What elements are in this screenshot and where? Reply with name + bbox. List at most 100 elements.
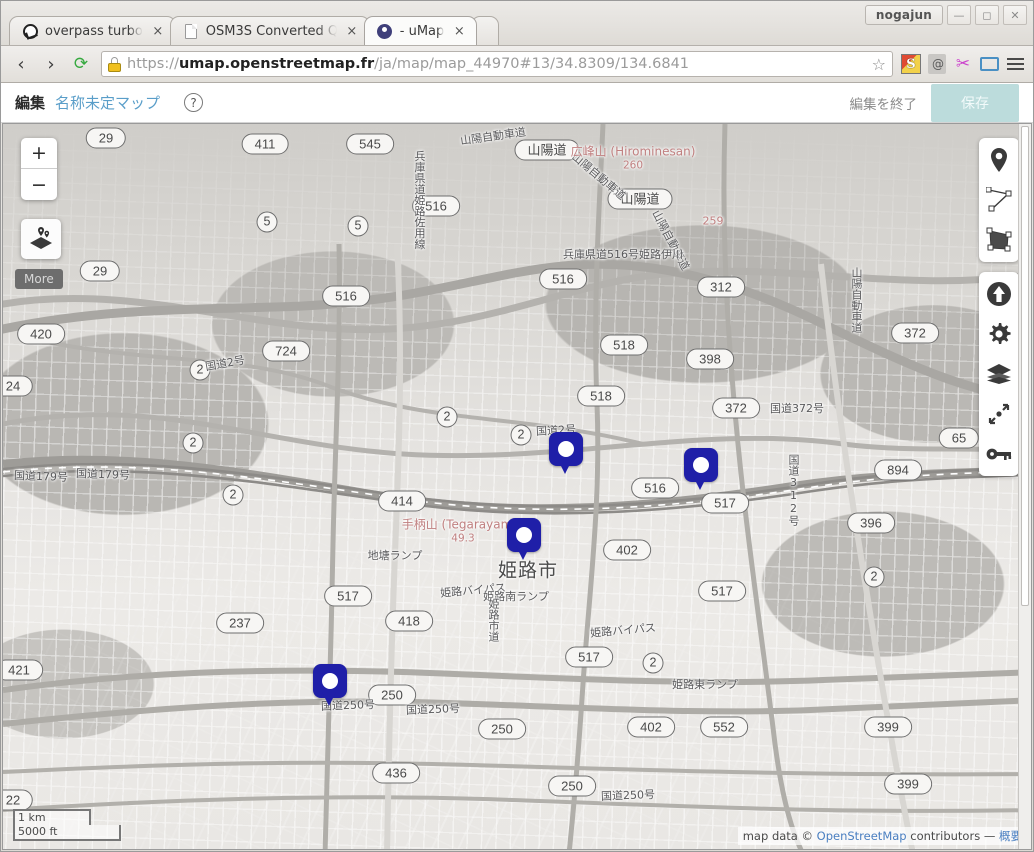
road-shield: 22 bbox=[3, 789, 34, 811]
road-shield: 517 bbox=[324, 585, 372, 607]
map-name-link[interactable]: 名称未定マップ bbox=[55, 92, 160, 113]
zoom-in-button[interactable]: + bbox=[21, 138, 57, 169]
scrollbar-thumb[interactable] bbox=[1021, 126, 1029, 606]
page-scrollbar[interactable] bbox=[1018, 124, 1031, 849]
url-text: https://umap.openstreetmap.fr/ja/map/map… bbox=[127, 56, 690, 72]
browser-window: overpass turbo × OSM3S Converted Query ×… bbox=[0, 0, 1034, 852]
road-shield: 2 bbox=[510, 424, 532, 446]
draw-marker-icon[interactable] bbox=[985, 146, 1013, 174]
map-canvas[interactable]: 29 411 545 516 5 5 29 516 516 312 420 724 2 518 398 372… bbox=[3, 124, 1031, 849]
tab-label: OSM3S Converted Query bbox=[205, 23, 337, 39]
close-icon[interactable]: × bbox=[151, 24, 165, 39]
screenshot-extension-icon[interactable] bbox=[977, 52, 1001, 76]
polyline-glyph bbox=[986, 187, 1012, 212]
layers-glyph bbox=[987, 364, 1011, 384]
draw-toolbar[interactable] bbox=[979, 138, 1019, 262]
road-name-label: 地塘ランプ bbox=[367, 549, 423, 562]
road-shield: 402 bbox=[603, 539, 651, 561]
attribution-suffix: contributors — bbox=[906, 829, 999, 843]
forward-button[interactable]: › bbox=[37, 50, 65, 78]
road-shield: 399 bbox=[864, 716, 912, 738]
road-shield: 399 bbox=[884, 773, 932, 795]
attribution-prefix: map data © bbox=[742, 829, 817, 843]
road-name-label: 国道179号 bbox=[75, 467, 131, 482]
peak-name: 手柄山 (Tegarayama) bbox=[401, 517, 525, 532]
road-shield: 2 bbox=[222, 484, 244, 506]
road-shield: 237 bbox=[216, 612, 264, 634]
map-marker[interactable] bbox=[313, 664, 347, 706]
vertical-road-label: 姫路市道 bbox=[487, 598, 500, 642]
map-settings-icon[interactable] bbox=[985, 320, 1013, 348]
edit-toolbar[interactable] bbox=[979, 272, 1019, 476]
draw-polyline-icon[interactable] bbox=[985, 186, 1013, 214]
import-glyph bbox=[987, 282, 1011, 306]
road-shield: 312 bbox=[697, 276, 745, 298]
manage-layers-icon[interactable] bbox=[985, 360, 1013, 388]
road-name-label: 姫路東ランプ bbox=[672, 678, 738, 691]
close-icon[interactable]: ✕ bbox=[1003, 5, 1027, 25]
zoom-out-button[interactable]: − bbox=[21, 169, 57, 200]
road-shield: 518 bbox=[577, 385, 625, 407]
road-shield: 372 bbox=[712, 397, 760, 419]
minimize-icon[interactable]: — bbox=[947, 5, 971, 25]
road-shield: 517 bbox=[701, 492, 749, 514]
close-icon[interactable]: × bbox=[452, 24, 466, 39]
road-shield: 250 bbox=[478, 718, 526, 740]
map-marker[interactable] bbox=[549, 432, 583, 474]
back-button[interactable]: ‹ bbox=[7, 50, 35, 78]
map-marker[interactable] bbox=[684, 448, 718, 490]
mail-extension-icon[interactable]: @ bbox=[925, 52, 949, 76]
lock-icon bbox=[108, 56, 121, 72]
help-icon[interactable]: ? bbox=[184, 93, 204, 112]
osm-favicon bbox=[22, 23, 38, 39]
openstreetmap-link[interactable]: OpenStreetMap bbox=[817, 829, 907, 843]
road-shield: 516 bbox=[539, 268, 587, 290]
fit-bounds-glyph bbox=[988, 403, 1010, 425]
browser-menu-icon[interactable] bbox=[1003, 52, 1027, 76]
tab-label: overpass turbo bbox=[45, 23, 143, 39]
road-vectors bbox=[3, 124, 1031, 849]
star-icon[interactable]: ☆ bbox=[868, 55, 886, 74]
import-data-icon[interactable] bbox=[985, 280, 1013, 308]
tab-umap[interactable]: - uMap × bbox=[363, 16, 478, 45]
road-shield: 396 bbox=[847, 512, 895, 534]
road-shield: 24 bbox=[3, 375, 34, 397]
draw-polygon-icon[interactable] bbox=[985, 226, 1013, 254]
fit-bounds-icon[interactable] bbox=[985, 400, 1013, 428]
window-controls: nogajun — ◻ ✕ bbox=[864, 5, 1027, 25]
document-favicon bbox=[183, 23, 199, 39]
address-bar[interactable]: https://umap.openstreetmap.fr/ja/map/map… bbox=[101, 51, 893, 77]
road-name-label: 兵庫県道516号姫路伊川 bbox=[563, 248, 683, 261]
save-button[interactable]: 保存 bbox=[931, 83, 1019, 122]
road-name-label: 国道250号 bbox=[405, 702, 461, 717]
road-shield: 517 bbox=[565, 646, 613, 668]
road-name-label: 国道179号 bbox=[13, 469, 69, 484]
vertical-road-label: 山陽自動車道 bbox=[850, 267, 863, 333]
road-shield: 414 bbox=[378, 490, 426, 512]
road-shield: 5 bbox=[347, 215, 369, 237]
peak-elevation: 49.3 bbox=[451, 532, 475, 545]
close-icon[interactable]: × bbox=[345, 24, 359, 39]
reload-button[interactable]: ⟳ bbox=[67, 50, 95, 78]
vertical-road-label: 国道312号 bbox=[787, 454, 800, 526]
user-badge[interactable]: nogajun bbox=[864, 5, 943, 25]
map-viewport[interactable]: 29 411 545 516 5 5 29 516 516 312 420 724 2 518 398 372… bbox=[2, 123, 1032, 850]
road-shield: 518 bbox=[600, 334, 648, 356]
scrapbook-extension-icon[interactable]: S bbox=[899, 52, 923, 76]
exit-edit-button[interactable]: 編集を終了 bbox=[850, 93, 918, 113]
map-permissions-icon[interactable] bbox=[985, 440, 1013, 468]
scale-metric: 1 km bbox=[13, 809, 91, 825]
scissors-extension-icon[interactable]: ✂ bbox=[951, 52, 975, 76]
road-shield: 2 bbox=[182, 432, 204, 454]
maximize-icon[interactable]: ◻ bbox=[975, 5, 999, 25]
road-shield: 2 bbox=[642, 652, 664, 674]
road-shield: 420 bbox=[17, 323, 65, 345]
zoom-control[interactable]: + − bbox=[21, 138, 57, 200]
browse-data-icon[interactable] bbox=[21, 219, 61, 259]
road-shield: 402 bbox=[627, 716, 675, 738]
map-marker[interactable] bbox=[507, 518, 541, 560]
polygon-glyph bbox=[986, 227, 1012, 252]
tab-osm3s-converted-query[interactable]: OSM3S Converted Query × bbox=[169, 16, 370, 45]
tab-overpass-turbo[interactable]: overpass turbo × bbox=[9, 16, 176, 45]
peak-elevation: 260 bbox=[622, 159, 644, 172]
